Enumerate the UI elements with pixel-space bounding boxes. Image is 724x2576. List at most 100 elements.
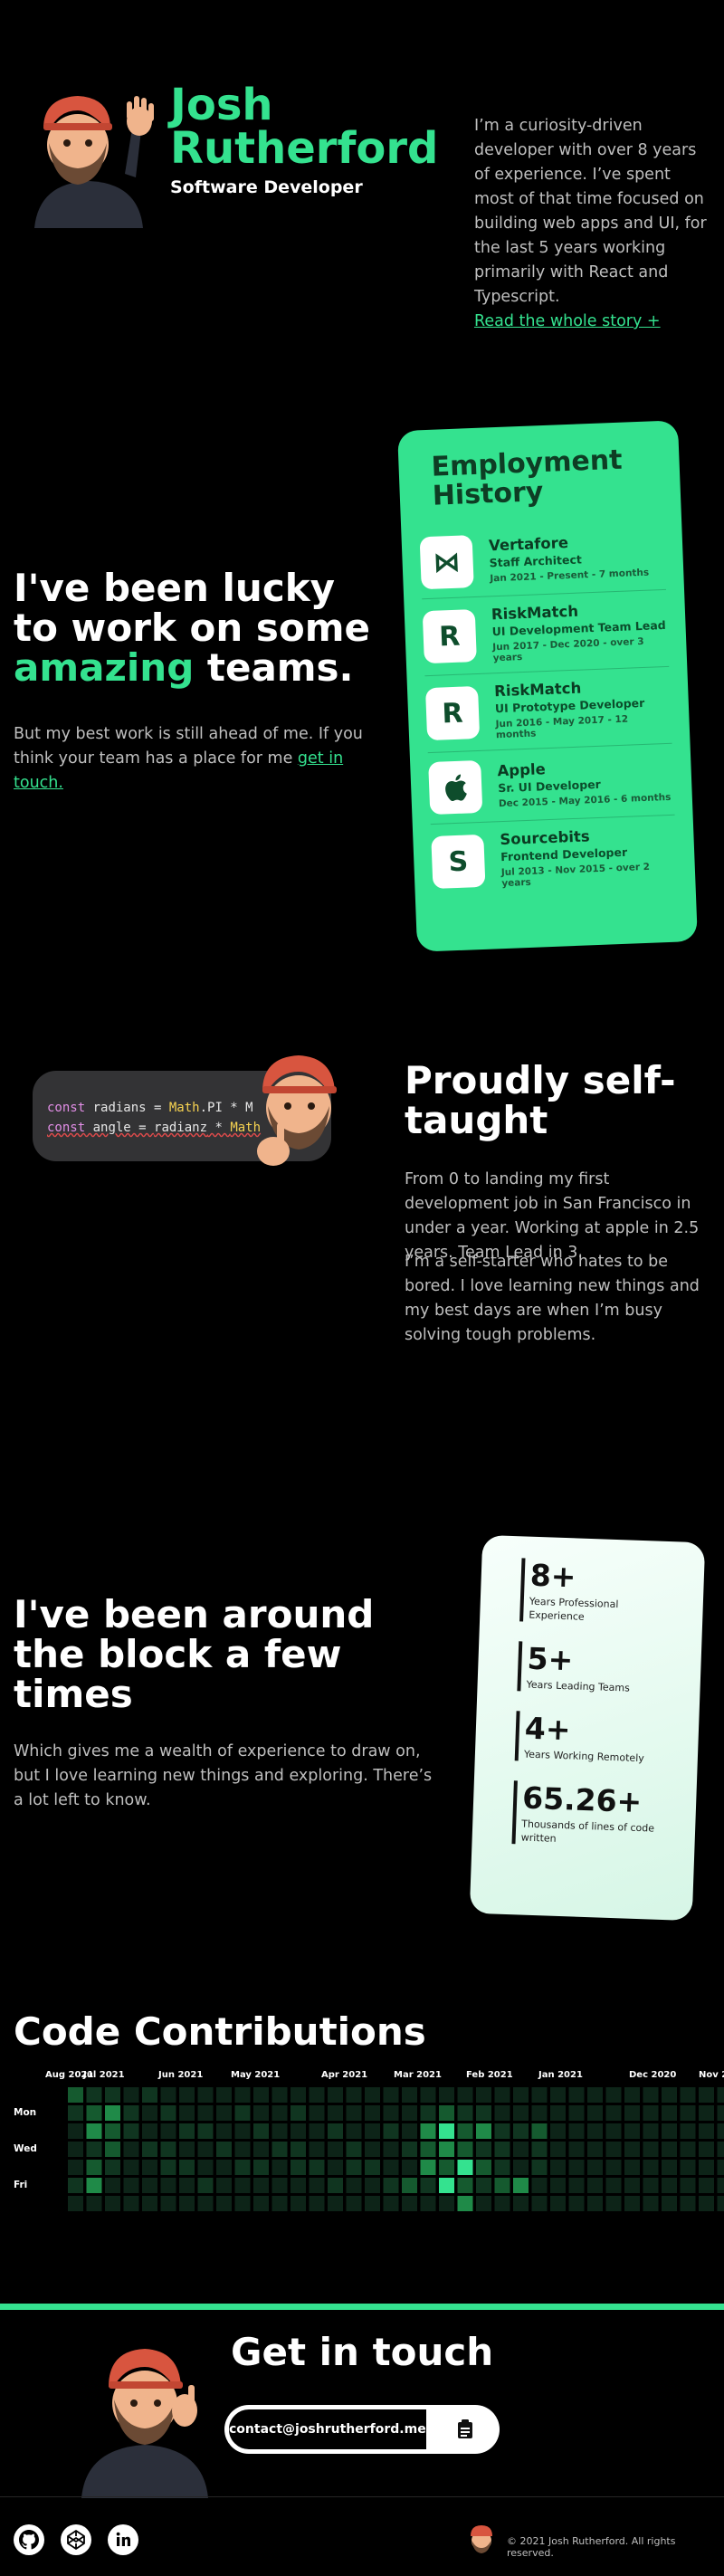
- memoji-waving-avatar: [34, 96, 154, 228]
- teams-heading: I've been lucky to work on some amazing …: [14, 568, 394, 688]
- contribution-cell: [605, 2196, 622, 2211]
- contribution-cell: [457, 2087, 473, 2103]
- teams-subtext: But my best work is still ahead of me. I…: [14, 722, 394, 796]
- contribution-cell: [123, 2123, 139, 2139]
- teams-heading-tail: teams.: [194, 645, 354, 690]
- contribution-cell: [513, 2123, 529, 2139]
- month-label: Feb 2021: [466, 2070, 513, 2080]
- section-divider: [0, 2304, 724, 2310]
- contribution-cell: [643, 2196, 659, 2211]
- contribution-cell: [197, 2105, 214, 2121]
- day-label: Mon: [14, 2107, 37, 2118]
- contribution-cell: [253, 2142, 269, 2157]
- contribution-cell: [160, 2178, 176, 2193]
- experience-heading: I've been around the block a few times: [14, 1592, 375, 1716]
- contribution-cell: [643, 2160, 659, 2175]
- read-story-link[interactable]: Read the whole story +: [474, 310, 711, 334]
- contribution-cell: [457, 2178, 473, 2193]
- github-icon[interactable]: [13, 2524, 45, 2556]
- contribution-cell: [587, 2196, 603, 2211]
- contribution-cell: [123, 2142, 139, 2157]
- contribution-cell: [68, 2160, 83, 2175]
- contribution-cell: [513, 2105, 529, 2121]
- contribution-cell: [123, 2160, 139, 2175]
- month-label: Jun 2021: [158, 2070, 204, 2080]
- hero-bio: I’m a curiosity-driven developer with ov…: [474, 114, 711, 334]
- contribution-cell: [105, 2178, 120, 2193]
- stat-label: Years Working Remotely: [523, 1748, 644, 1765]
- contribution-cell: [197, 2087, 214, 2103]
- contribution-cell: [680, 2178, 696, 2193]
- stat-item: 5+ Years Leading Teams: [517, 1641, 702, 1698]
- contribution-cell: [494, 2160, 510, 2175]
- job-list: ⋈ Vertafore Staff Architect Jan 2021 - Pres…: [419, 518, 678, 901]
- employment-title: Employment History: [430, 444, 624, 512]
- contribution-cell: [624, 2105, 640, 2121]
- contribution-cell: [179, 2087, 195, 2103]
- contribution-cell: [365, 2105, 380, 2121]
- job-dates: Jun 2016 - May 2017 - 12 months: [495, 713, 629, 741]
- contribution-cell: [476, 2160, 491, 2175]
- contribution-cell: [717, 2178, 724, 2193]
- contribution-cell: [494, 2196, 510, 2211]
- contribution-cell: [605, 2105, 622, 2121]
- contribution-cell: [550, 2123, 566, 2139]
- contribution-cell: [457, 2123, 473, 2139]
- contribution-cell: [328, 2142, 343, 2157]
- contribution-cell: [643, 2142, 659, 2157]
- contribution-cell: [291, 2142, 306, 2157]
- contribution-cell: [531, 2160, 548, 2175]
- contact-email-link[interactable]: contact@joshrutherford.me: [227, 2408, 428, 2451]
- contribution-cell: [717, 2160, 724, 2175]
- contribution-cell: [643, 2123, 659, 2139]
- contribution-cell: [234, 2178, 251, 2193]
- day-label: Wed: [14, 2143, 37, 2154]
- contribution-cell: [383, 2160, 399, 2175]
- contribution-cell: [402, 2105, 417, 2121]
- contribution-cell: [476, 2105, 491, 2121]
- contribution-cell: [216, 2160, 232, 2175]
- contribution-cell: [197, 2123, 214, 2139]
- contribution-cell: [476, 2123, 491, 2139]
- contribution-cell: [717, 2142, 724, 2157]
- month-label: Mar 2021: [394, 2070, 442, 2080]
- contribution-cell: [494, 2178, 510, 2193]
- contribution-cell: [86, 2178, 102, 2193]
- contribution-cell: [550, 2160, 566, 2175]
- contribution-cell: [68, 2196, 83, 2211]
- contribution-cell: [568, 2178, 585, 2193]
- contribution-cell: [179, 2123, 195, 2139]
- contribution-cell: [680, 2196, 696, 2211]
- month-label: Nov 2: [699, 2070, 724, 2080]
- linkedin-icon[interactable]: [107, 2524, 139, 2556]
- stat-item: 4+ Years Working Remotely: [514, 1710, 700, 1768]
- contribution-cell: [717, 2123, 724, 2139]
- contribution-cell: [420, 2160, 436, 2175]
- contribution-cell: [253, 2087, 269, 2103]
- contribution-cell: [86, 2160, 102, 2175]
- code-text: angle =: [85, 1121, 155, 1135]
- contribution-cell: [494, 2142, 510, 2157]
- contribution-cell: [680, 2105, 696, 2121]
- contribution-cell: [420, 2178, 436, 2193]
- employment-card: Employment History ⋈ Vertafore Staff Archi…: [397, 420, 698, 952]
- contribution-cell: [457, 2105, 473, 2121]
- contribution-cell: [476, 2142, 491, 2157]
- contribution-cell: [550, 2196, 566, 2211]
- contribution-cell: [587, 2105, 603, 2121]
- contribution-cell: [624, 2087, 640, 2103]
- contribution-cell: [383, 2196, 399, 2211]
- contribution-cell: [346, 2178, 362, 2193]
- contribution-cell: [699, 2142, 714, 2157]
- stat-value: 8+: [529, 1557, 577, 1595]
- copy-email-button[interactable]: [431, 2405, 500, 2454]
- contribution-cell: [365, 2196, 380, 2211]
- contribution-cell: [179, 2142, 195, 2157]
- codepen-icon[interactable]: [60, 2524, 92, 2556]
- contribution-cell: [179, 2196, 195, 2211]
- contribution-cell: [383, 2087, 399, 2103]
- contribution-cell: [605, 2178, 622, 2193]
- contribution-cell: [494, 2105, 510, 2121]
- stat-value: 4+: [524, 1710, 572, 1748]
- contribution-cell: [272, 2123, 288, 2139]
